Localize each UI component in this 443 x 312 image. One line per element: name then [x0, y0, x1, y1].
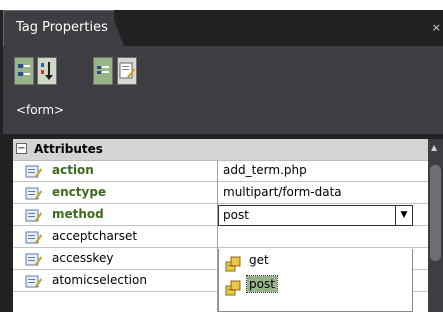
method-select-value: post: [223, 208, 249, 222]
option-label: get: [249, 253, 269, 267]
category-view-icon: [18, 64, 30, 76]
attribute-icon: [25, 209, 42, 222]
attribute-name: method: [52, 207, 104, 221]
list-view-icon: [97, 66, 109, 74]
attribute-row-acceptcharset[interactable]: acceptcharset: [13, 227, 428, 248]
attribute-name: acceptcharset: [52, 229, 138, 243]
scroll-up-icon[interactable]: ▲: [431, 143, 437, 152]
edit-tag-icon: [119, 62, 135, 79]
attribute-row-action[interactable]: action add_term.php: [13, 161, 428, 182]
attribute-name: accesskey: [52, 251, 114, 265]
attribute-name: action: [52, 163, 94, 177]
attribute-value-icon: [225, 280, 241, 296]
collapse-icon[interactable]: −: [16, 143, 27, 154]
attribute-icon: [25, 187, 42, 200]
list-view-button[interactable]: [93, 57, 113, 85]
attribute-value[interactable]: add_term.php: [223, 163, 307, 177]
attribute-icon: [25, 165, 42, 178]
attribute-value-icon: [225, 256, 241, 272]
panel-tab[interactable]: Tag Properties: [3, 10, 114, 46]
attribute-row-method[interactable]: method post ▼: [13, 205, 428, 226]
method-dropdown-list: get post: [218, 249, 413, 312]
category-view-button[interactable]: [14, 57, 34, 85]
panel-title: Tag Properties: [16, 20, 108, 35]
category-label: Attributes: [34, 142, 103, 156]
scrollbar-thumb[interactable]: [430, 165, 441, 261]
toolbar: [3, 46, 443, 134]
method-option-get[interactable]: get: [223, 253, 271, 275]
vertical-scrollbar[interactable]: ▲: [428, 139, 443, 312]
attribute-icon: [25, 253, 42, 266]
category-row-attributes[interactable]: − Attributes: [13, 139, 428, 161]
close-icon[interactable]: ×: [432, 21, 441, 34]
method-option-post[interactable]: post: [223, 275, 278, 299]
alphabetical-sort-icon: [41, 62, 53, 80]
method-select[interactable]: post ▼: [218, 205, 413, 226]
tag-breadcrumb[interactable]: <form>: [16, 103, 64, 117]
alphabetical-sort-button[interactable]: [37, 57, 57, 85]
attribute-icon: [25, 275, 42, 288]
attribute-value[interactable]: multipart/form-data: [223, 185, 342, 199]
chevron-down-icon[interactable]: ▼: [395, 206, 412, 225]
edit-tag-button[interactable]: [117, 57, 137, 85]
property-grid: − Attributes action add_term.php enctype…: [13, 139, 428, 312]
attribute-name: atomicselection: [52, 273, 147, 287]
top-edge: [0, 0, 443, 10]
option-label: post: [246, 275, 278, 293]
attribute-row-enctype[interactable]: enctype multipart/form-data: [13, 183, 428, 204]
attribute-icon: [25, 231, 42, 244]
attribute-name: enctype: [52, 185, 107, 199]
